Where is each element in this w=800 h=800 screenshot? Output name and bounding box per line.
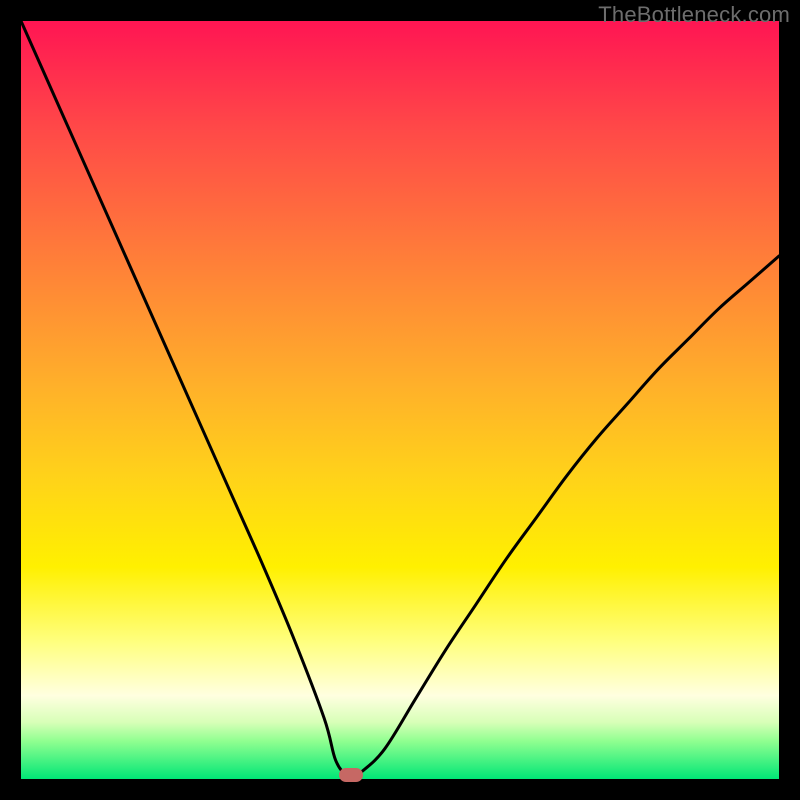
chart-area bbox=[21, 21, 779, 779]
bottleneck-curve bbox=[21, 21, 779, 779]
watermark-text: TheBottleneck.com bbox=[598, 2, 790, 28]
optimal-point-marker bbox=[339, 768, 363, 782]
